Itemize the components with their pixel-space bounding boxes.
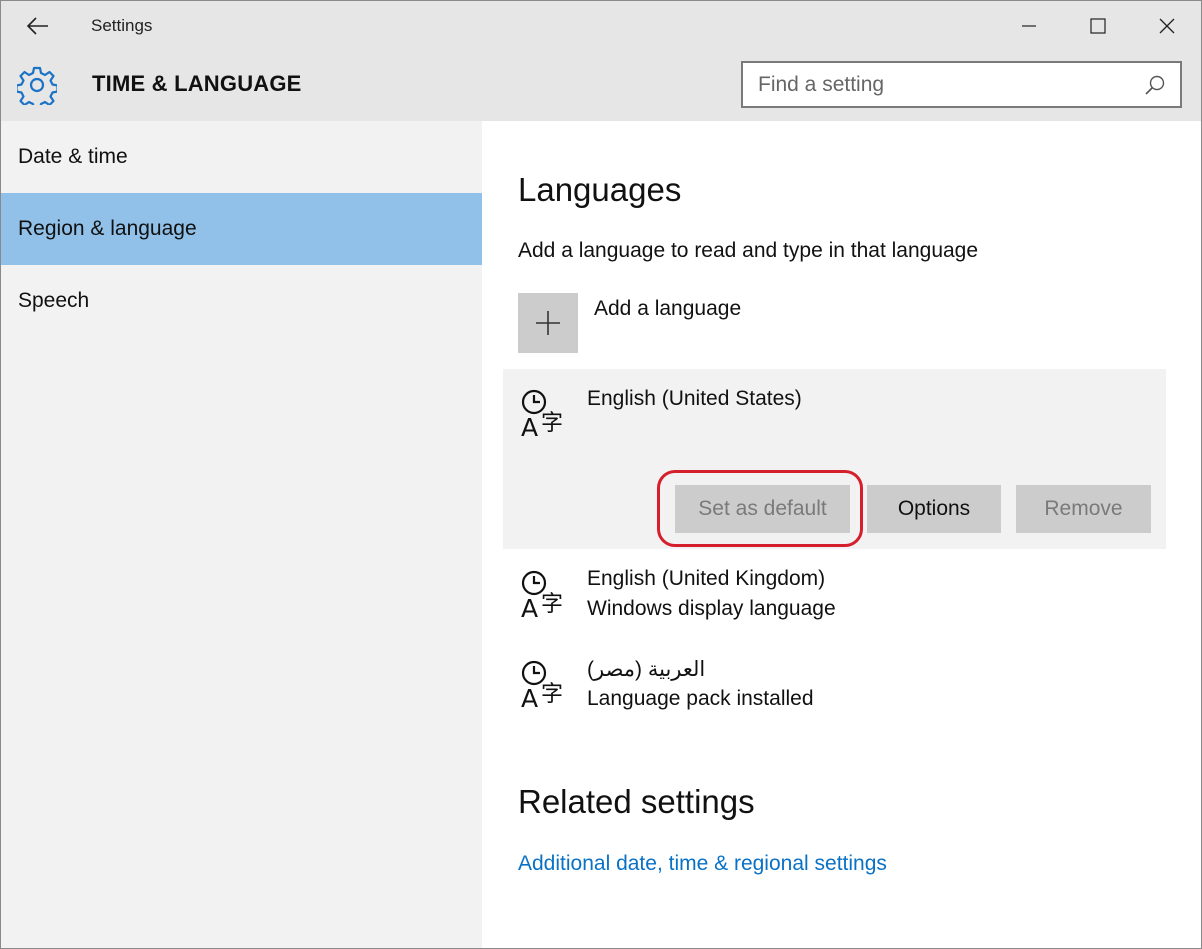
language-name: English (United Kingdom) [587, 567, 826, 590]
language-item-selected[interactable]: A 字 English (United States) Set as defau… [503, 369, 1166, 549]
language-item[interactable]: A 字 English (United Kingdom) Windows dis… [503, 561, 1166, 641]
svg-text:A: A [521, 413, 538, 440]
window-title: Settings [91, 16, 153, 35]
language-status: Windows display language [587, 597, 836, 620]
settings-window: Settings TIME & LANGUAGE Find a setting … [0, 0, 1202, 949]
options-button[interactable]: Options [867, 485, 1001, 533]
sidebar-item-label: Region & language [18, 217, 197, 240]
additional-regional-settings-link[interactable]: Additional date, time & regional setting… [518, 852, 887, 876]
language-name: English (United States) [587, 387, 802, 410]
language-item[interactable]: A 字 العربية (مصر) Language pack installe… [503, 651, 1166, 731]
language-name: العربية (مصر) [587, 658, 706, 681]
back-button[interactable] [1, 1, 75, 51]
languages-description: Add a language to read and type in that … [518, 239, 979, 262]
main-content: Languages Add a language to read and typ… [482, 121, 1201, 948]
sidebar-item-label: Date & time [18, 145, 128, 168]
svg-text:字: 字 [541, 411, 563, 436]
language-status: Language pack installed [587, 687, 814, 710]
sidebar-item-label: Speech [18, 289, 90, 312]
sidebar-item-date-time[interactable]: Date & time [1, 121, 482, 193]
arrow-left-icon [27, 17, 48, 35]
language-icon: A 字 [521, 389, 563, 440]
language-icon: A 字 [521, 660, 563, 711]
maximize-icon [1089, 18, 1106, 34]
page-title: TIME & LANGUAGE [92, 71, 302, 96]
related-settings-heading: Related settings [518, 783, 755, 820]
minimize-icon [1021, 25, 1036, 27]
title-bar: Settings [1, 1, 1201, 51]
sidebar: Date & time Region & language Speech [1, 121, 482, 948]
languages-heading: Languages [518, 171, 682, 208]
add-language-tile[interactable] [518, 293, 578, 353]
svg-text:字: 字 [541, 592, 563, 617]
page-header: TIME & LANGUAGE [1, 51, 1201, 121]
language-icon: A 字 [521, 570, 563, 621]
minimize-button[interactable] [994, 1, 1063, 51]
window-controls [994, 1, 1201, 51]
plus-icon [536, 311, 560, 335]
close-icon [1159, 18, 1174, 34]
add-language-label: Add a language [594, 297, 742, 320]
remove-button[interactable]: Remove [1016, 485, 1151, 533]
add-language-button[interactable]: Add a language [518, 293, 741, 353]
sidebar-item-speech[interactable]: Speech [1, 265, 482, 337]
sidebar-item-region-language[interactable]: Region & language [1, 193, 482, 265]
gear-icon [17, 66, 57, 105]
search-input[interactable] [743, 72, 1133, 97]
svg-text:字: 字 [541, 682, 563, 707]
search-box[interactable] [741, 61, 1182, 108]
svg-text:A: A [521, 594, 538, 621]
set-as-default-button[interactable]: Set as default [675, 485, 850, 533]
svg-text:A: A [521, 684, 538, 711]
close-button[interactable] [1132, 1, 1201, 51]
search-icon[interactable] [1144, 74, 1166, 96]
maximize-button[interactable] [1063, 1, 1132, 51]
